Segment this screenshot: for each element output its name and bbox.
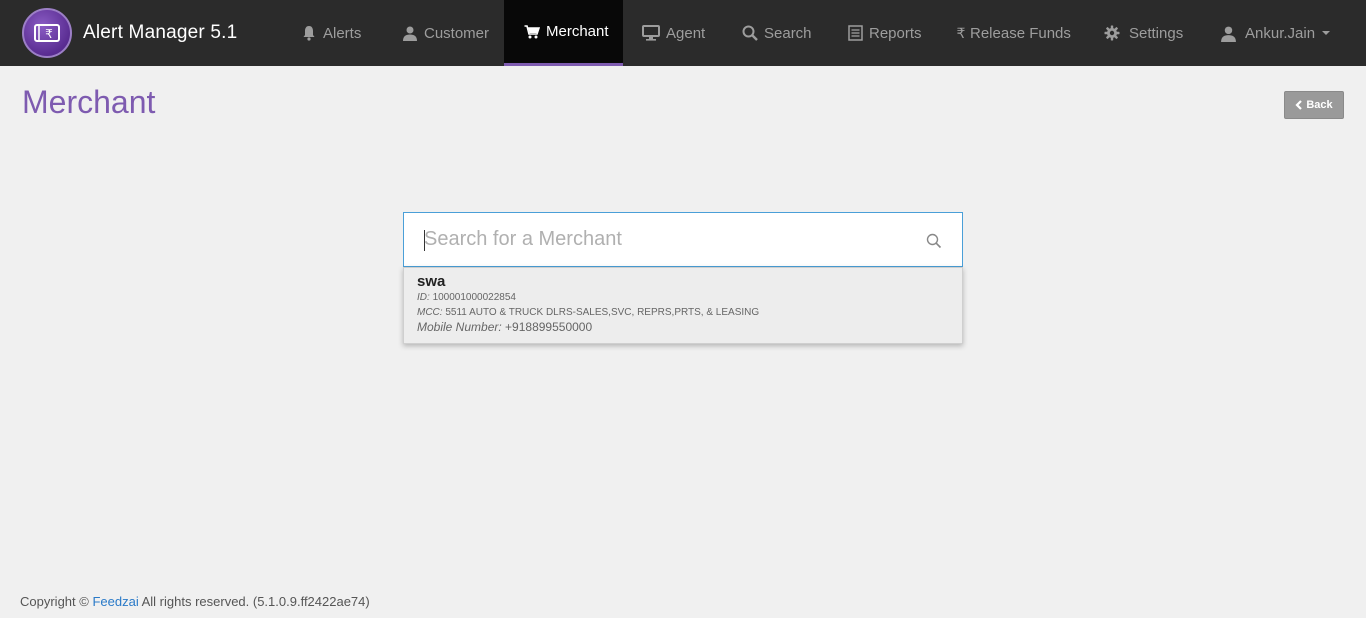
merchant-id: ID: 100001000022854 xyxy=(417,292,516,303)
nav-label: Merchant xyxy=(546,23,609,40)
nav-label: Agent xyxy=(666,24,706,42)
nav-agent[interactable]: Agent xyxy=(642,0,705,66)
nav-customer[interactable]: Customer xyxy=(402,0,489,66)
user-icon xyxy=(402,25,418,41)
merchant-search-input[interactable] xyxy=(424,213,914,266)
text-cursor xyxy=(424,230,425,251)
merchant-mcc: MCC: 5511 AUTO & TRUCK DLRS-SALES,SVC, R… xyxy=(417,307,760,318)
merchant-mobile: Mobile Number: +918899550000 xyxy=(417,320,593,334)
back-label: Back xyxy=(1306,99,1333,111)
nav-label: Search xyxy=(764,24,812,42)
nav-label: Settings xyxy=(1129,24,1184,42)
svg-text:₹: ₹ xyxy=(957,26,966,41)
app-title: Alert Manager 5.1 xyxy=(83,22,238,43)
feedzai-link[interactable]: Feedzai xyxy=(92,594,138,609)
cart-icon xyxy=(524,24,540,40)
merchant-search-box xyxy=(403,212,963,267)
bell-icon xyxy=(301,25,317,41)
rupee-icon: ₹ xyxy=(956,25,966,41)
brand[interactable]: ₹ Alert Manager 5.1 xyxy=(22,8,237,58)
svg-text:₹: ₹ xyxy=(45,27,53,41)
copyright-prefix: Copyright © xyxy=(20,594,89,609)
user-menu[interactable]: Ankur.Jain xyxy=(1220,0,1331,66)
top-navbar: ₹ Alert Manager 5.1 Alerts Customer Merc… xyxy=(0,0,1366,66)
nav-settings[interactable]: Settings xyxy=(1104,0,1183,66)
monitor-icon xyxy=(642,25,660,41)
nav-reports[interactable]: Reports xyxy=(848,0,922,66)
merchant-name: swa xyxy=(417,273,446,290)
page-title: Merchant xyxy=(22,84,156,120)
chevron-left-icon xyxy=(1295,100,1303,110)
list-icon xyxy=(848,25,863,41)
nav-label: Release Funds xyxy=(970,24,1071,42)
nav-label: Alerts xyxy=(323,24,362,42)
footer: Copyright © Feedzai All rights reserved.… xyxy=(20,594,370,609)
user-name: Ankur.Jain xyxy=(1245,24,1316,42)
gear-icon xyxy=(1104,25,1120,41)
caret-down-icon xyxy=(1322,31,1331,35)
search-result-item[interactable]: swa ID: 100001000022854 MCC: 5511 AUTO &… xyxy=(403,267,963,344)
search-icon xyxy=(742,25,758,41)
copyright-suffix: All rights reserved. (5.1.0.9.ff2422ae74… xyxy=(141,594,370,609)
rupee-card-icon: ₹ xyxy=(22,8,72,58)
nav-merchant[interactable]: Merchant xyxy=(504,0,623,66)
nav-release-funds[interactable]: ₹ Release Funds xyxy=(956,0,1071,66)
nav-label: Reports xyxy=(869,24,922,42)
user-icon xyxy=(1220,25,1237,42)
nav-label: Customer xyxy=(424,24,490,42)
back-button[interactable]: Back xyxy=(1284,91,1344,119)
nav-search[interactable]: Search xyxy=(742,0,812,66)
search-icon[interactable] xyxy=(926,233,942,249)
nav-alerts[interactable]: Alerts xyxy=(301,0,361,66)
